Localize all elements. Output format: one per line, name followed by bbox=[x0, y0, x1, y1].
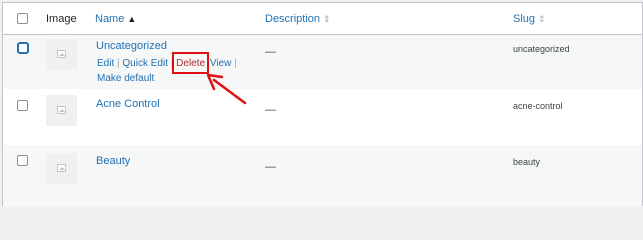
annotation-arrow-icon bbox=[206, 73, 247, 105]
